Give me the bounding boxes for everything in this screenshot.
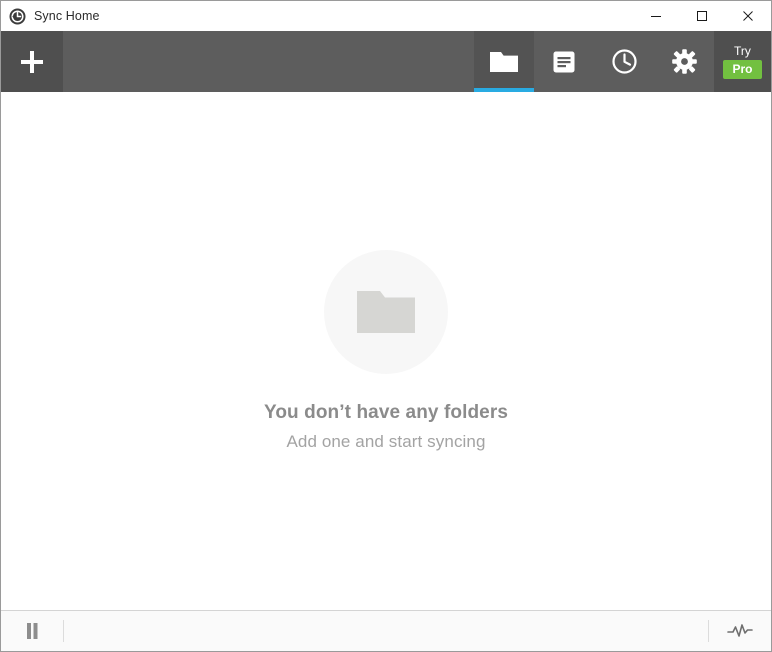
empty-state-title: You don’t have any folders (263, 402, 508, 423)
sync-home-window: Sync Home Try Pro You don’t have any fol… (0, 0, 772, 652)
empty-state-subtitle: Add one and start syncing (286, 432, 486, 451)
folders-content-area: You don’t have any folders Add one and s… (1, 92, 771, 610)
maximize-icon (697, 11, 707, 21)
activity-pulse-icon (727, 624, 753, 637)
gear-icon (671, 49, 697, 74)
minimize-button[interactable] (633, 1, 679, 31)
toolbar-tabs (474, 31, 714, 92)
try-pro-button[interactable]: Try Pro (714, 31, 771, 92)
folder-icon (490, 51, 518, 72)
tab-folders[interactable] (474, 31, 534, 92)
status-divider-left (63, 620, 64, 642)
pro-badge: Pro (723, 59, 762, 79)
title-bar: Sync Home (1, 1, 771, 31)
tab-devices[interactable] (534, 31, 594, 92)
list-document-icon (553, 51, 575, 72)
status-bar (1, 610, 771, 651)
pause-sync-button[interactable] (1, 611, 63, 651)
folder-illustration-icon (357, 291, 415, 333)
activity-button[interactable] (709, 611, 771, 651)
tab-history[interactable] (594, 31, 654, 92)
try-label: Try (734, 43, 751, 58)
close-button[interactable] (725, 1, 771, 31)
pause-icon (27, 623, 38, 639)
close-icon (743, 11, 753, 21)
empty-state-illustration (324, 250, 448, 374)
title-bar-left: Sync Home (1, 8, 100, 25)
clock-icon (611, 49, 637, 74)
window-controls (633, 1, 771, 31)
plus-icon (21, 50, 43, 73)
tab-settings[interactable] (654, 31, 714, 92)
sync-circle-icon (9, 8, 26, 25)
main-toolbar: Try Pro (1, 31, 771, 92)
minimize-icon (651, 16, 661, 17)
add-folder-button[interactable] (1, 31, 63, 92)
window-title: Sync Home (34, 9, 100, 23)
maximize-button[interactable] (679, 1, 725, 31)
